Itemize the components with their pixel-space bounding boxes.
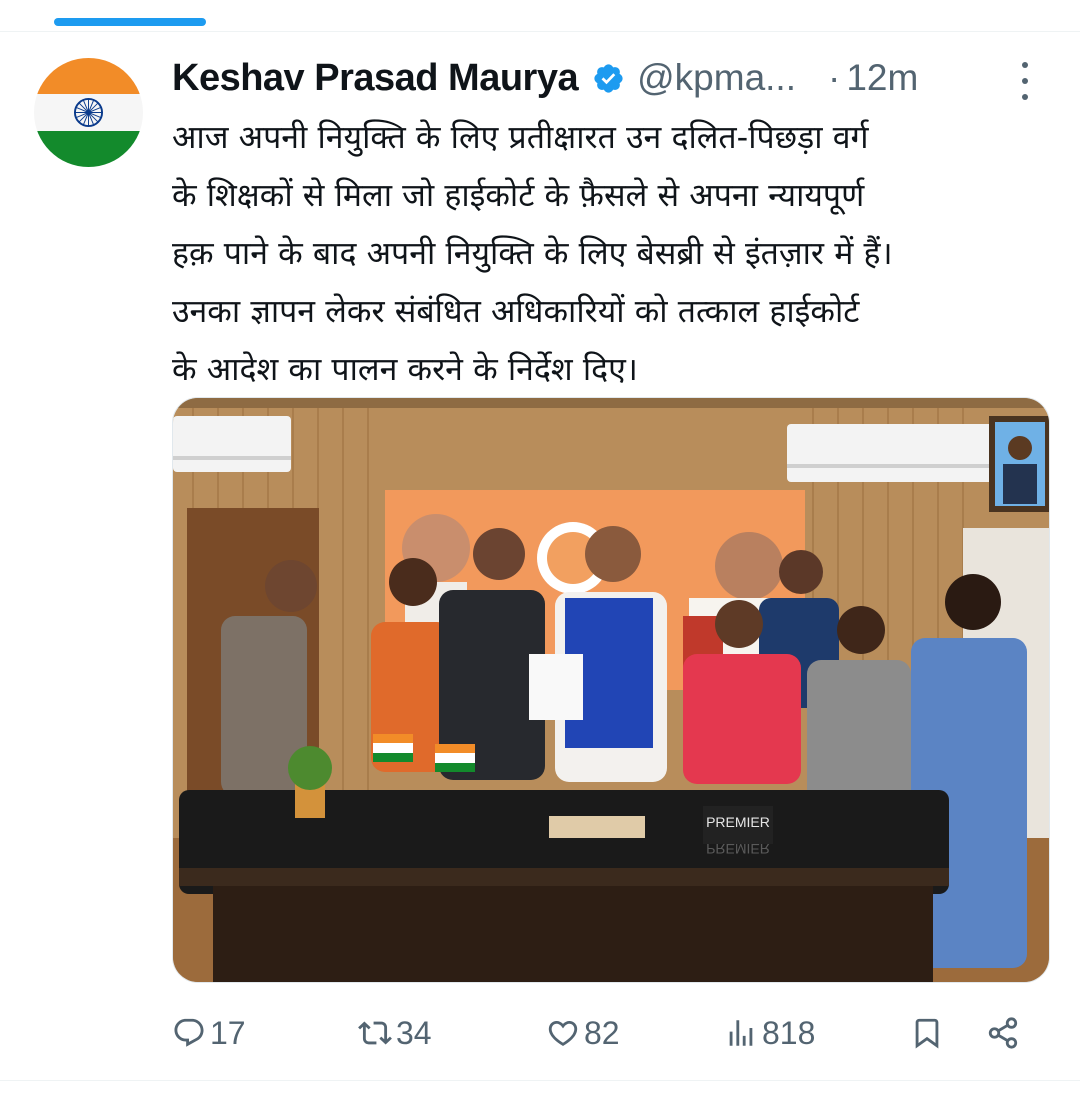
avatar[interactable] [34, 58, 143, 167]
more-options-button[interactable] [1010, 62, 1040, 100]
repost-button[interactable]: 34 [358, 1008, 432, 1058]
tweet-header: Keshav Prasad Maurya @kpma... · 12m [172, 52, 1052, 104]
tab-active-indicator [54, 18, 206, 26]
bookmark-button[interactable] [910, 1008, 944, 1058]
tweet-text-line: उनका ज्ञापन लेकर संबंधित अधिकारियों को त… [172, 292, 860, 330]
timestamp[interactable]: 12m [846, 57, 918, 99]
bottom-divider [0, 1080, 1080, 1081]
reply-icon [174, 1018, 204, 1047]
air-conditioner [787, 424, 1005, 482]
flag-saffron-band [34, 58, 143, 94]
views-icon [729, 1020, 753, 1046]
like-count: 82 [584, 1014, 620, 1051]
tweet-actions: 17 34 82 818 [172, 1008, 1042, 1058]
heart-icon [548, 1020, 578, 1046]
repost-icon [358, 1021, 392, 1045]
photo-scene: PREMIER PREMIER [173, 398, 1049, 982]
desk-plate-reflection: PREMIER [706, 841, 770, 857]
share-icon [988, 1017, 1018, 1049]
share-button[interactable] [986, 1008, 1020, 1058]
author-handle[interactable]: @kpma... [637, 57, 796, 99]
tweet-text-line: हक़ पाने के बाद अपनी नियुक्ति के लिए बेस… [172, 234, 893, 272]
repost-count: 34 [396, 1014, 432, 1051]
author-name[interactable]: Keshav Prasad Maurya [172, 57, 579, 100]
separator-dot: · [828, 57, 841, 98]
tweet-text-line: आज अपनी नियुक्ति के लिए प्रतीक्षारत उन द… [172, 118, 869, 156]
tweet-text-line: के शिक्षकों से मिला जो हाईकोर्ट के फ़ैसल… [172, 176, 865, 214]
ashoka-chakra-icon [73, 97, 104, 128]
tweet-photo[interactable]: PREMIER PREMIER [172, 397, 1050, 983]
desk-plate-text: PREMIER [706, 814, 770, 830]
views-button[interactable]: 818 [724, 1008, 815, 1058]
bookmark-icon [915, 1018, 939, 1049]
tweet-text-line: के आदेश का पालन करने के निर्देश दिए। [172, 350, 638, 388]
tweet-text: आज अपनी नियुक्ति के लिए प्रतीक्षारत उन द… [172, 108, 1052, 398]
verified-badge-icon [594, 63, 623, 93]
flag-green-band [34, 131, 143, 167]
air-conditioner [173, 416, 291, 472]
views-count: 818 [762, 1014, 816, 1051]
reply-count: 17 [210, 1014, 246, 1051]
like-button[interactable]: 82 [546, 1008, 620, 1058]
more-vertical-icon [1022, 62, 1028, 68]
reply-button[interactable]: 17 [172, 1008, 246, 1058]
top-divider [0, 31, 1080, 32]
